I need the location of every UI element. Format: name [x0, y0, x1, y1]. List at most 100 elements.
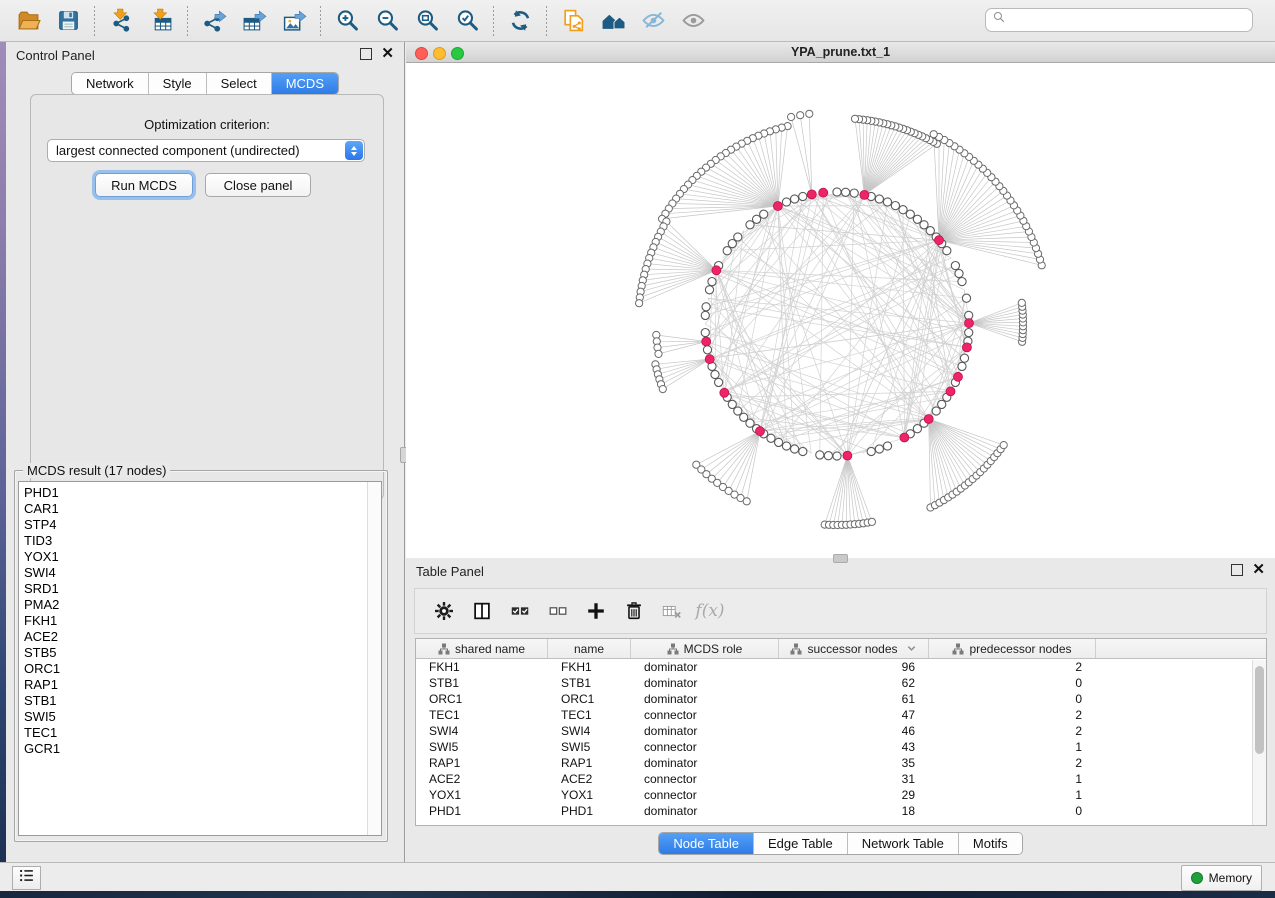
mcds-result-item[interactable]: TID3 [19, 533, 381, 549]
cell-predecessor-nodes[interactable]: 2 [929, 724, 1096, 738]
mcds-result-item[interactable]: ORC1 [19, 661, 381, 677]
cell-shared-name[interactable]: STB1 [416, 676, 548, 690]
cell-shared-name[interactable]: PHD1 [416, 804, 548, 818]
table-row[interactable]: ACE2ACE2connector311 [416, 771, 1266, 787]
cell-MCDS-role[interactable]: dominator [631, 692, 779, 706]
cell-MCDS-role[interactable]: connector [631, 772, 779, 786]
cell-successor-nodes[interactable]: 61 [779, 692, 929, 706]
columns-icon[interactable] [463, 596, 501, 626]
hide-selected-icon[interactable] [633, 5, 673, 37]
zoom-in-icon[interactable] [327, 5, 367, 37]
close-panel-button[interactable]: Close panel [205, 173, 311, 197]
mcds-result-item[interactable]: SWI4 [19, 565, 381, 581]
cell-MCDS-role[interactable]: connector [631, 708, 779, 722]
cell-successor-nodes[interactable]: 43 [779, 740, 929, 754]
mcds-result-item[interactable]: ACE2 [19, 629, 381, 645]
copy-style-icon[interactable] [553, 5, 593, 37]
cell-successor-nodes[interactable]: 46 [779, 724, 929, 738]
table-scrollbar-thumb[interactable] [1255, 666, 1264, 754]
network-window-titlebar[interactable]: YPA_prune.txt_1 [406, 42, 1275, 63]
cell-predecessor-nodes[interactable]: 1 [929, 740, 1096, 754]
tab-node-table[interactable]: Node Table [659, 833, 754, 854]
export-image-icon[interactable] [274, 5, 314, 37]
float-table-panel-icon[interactable] [1231, 564, 1243, 576]
cell-successor-nodes[interactable]: 62 [779, 676, 929, 690]
cell-name[interactable]: ORC1 [548, 692, 631, 706]
tab-edge-table[interactable]: Edge Table [754, 833, 848, 854]
cell-MCDS-role[interactable]: dominator [631, 804, 779, 818]
mcds-result-list[interactable]: PHD1CAR1STP4TID3YOX1SWI4SRD1PMA2FKH1ACE2… [18, 481, 382, 836]
column-header-shared-name[interactable]: shared name [416, 639, 548, 658]
cell-name[interactable]: FKH1 [548, 660, 631, 674]
cell-name[interactable]: PHD1 [548, 804, 631, 818]
mcds-result-item[interactable]: TEC1 [19, 725, 381, 741]
column-header-predecessor-nodes[interactable]: predecessor nodes [929, 639, 1096, 658]
cell-successor-nodes[interactable]: 35 [779, 756, 929, 770]
tab-select[interactable]: Select [207, 73, 272, 94]
table-row[interactable]: SWI4SWI4dominator462 [416, 723, 1266, 739]
open-file-icon[interactable] [8, 5, 48, 37]
cell-name[interactable]: TEC1 [548, 708, 631, 722]
cell-predecessor-nodes[interactable]: 0 [929, 676, 1096, 690]
zoom-fit-icon[interactable] [407, 5, 447, 37]
cell-shared-name[interactable]: YOX1 [416, 788, 548, 802]
tab-mcds[interactable]: MCDS [272, 73, 338, 94]
mcds-result-item[interactable]: FKH1 [19, 613, 381, 629]
mcds-result-item[interactable]: STB1 [19, 693, 381, 709]
import-table-icon[interactable] [141, 5, 181, 37]
cell-shared-name[interactable]: SWI4 [416, 724, 548, 738]
cell-MCDS-role[interactable]: connector [631, 740, 779, 754]
delete-column-icon[interactable] [615, 596, 653, 626]
mcds-result-item[interactable]: RAP1 [19, 677, 381, 693]
tab-network[interactable]: Network [72, 73, 149, 94]
table-scrollbar[interactable] [1252, 660, 1266, 826]
table-row[interactable]: FKH1FKH1dominator962 [416, 659, 1266, 675]
cell-successor-nodes[interactable]: 29 [779, 788, 929, 802]
mcds-result-item[interactable]: SWI5 [19, 709, 381, 725]
table-row[interactable]: TEC1TEC1connector472 [416, 707, 1266, 723]
cell-name[interactable]: ACE2 [548, 772, 631, 786]
mcds-result-item[interactable]: STP4 [19, 517, 381, 533]
cell-successor-nodes[interactable]: 96 [779, 660, 929, 674]
mcds-result-item[interactable]: PHD1 [19, 485, 381, 501]
tab-network-table[interactable]: Network Table [848, 833, 959, 854]
mcds-result-item[interactable]: SRD1 [19, 581, 381, 597]
cell-predecessor-nodes[interactable]: 2 [929, 708, 1096, 722]
cell-name[interactable]: RAP1 [548, 756, 631, 770]
first-neighbors-icon[interactable] [593, 5, 633, 37]
mcds-result-item[interactable]: GCR1 [19, 741, 381, 757]
import-network-icon[interactable] [101, 5, 141, 37]
export-table-icon[interactable] [234, 5, 274, 37]
zoom-selected-icon[interactable] [447, 5, 487, 37]
mcds-result-item[interactable]: YOX1 [19, 549, 381, 565]
table-row[interactable]: STB1STB1dominator620 [416, 675, 1266, 691]
table-row[interactable]: RAP1RAP1dominator352 [416, 755, 1266, 771]
network-canvas[interactable] [406, 63, 1275, 558]
cell-MCDS-role[interactable]: dominator [631, 676, 779, 690]
cell-name[interactable]: SWI5 [548, 740, 631, 754]
cell-name[interactable]: SWI4 [548, 724, 631, 738]
cell-shared-name[interactable]: FKH1 [416, 660, 548, 674]
mcds-list-scrollbar[interactable] [367, 482, 381, 835]
memory-button[interactable]: Memory [1181, 865, 1262, 891]
cell-predecessor-nodes[interactable]: 2 [929, 756, 1096, 770]
settings-gear-icon[interactable] [425, 596, 463, 626]
export-network-icon[interactable] [194, 5, 234, 37]
cell-predecessor-nodes[interactable]: 2 [929, 660, 1096, 674]
cell-predecessor-nodes[interactable]: 0 [929, 692, 1096, 706]
cell-successor-nodes[interactable]: 31 [779, 772, 929, 786]
mcds-result-item[interactable]: PMA2 [19, 597, 381, 613]
cell-predecessor-nodes[interactable]: 0 [929, 804, 1096, 818]
cell-MCDS-role[interactable]: dominator [631, 660, 779, 674]
table-row[interactable]: SWI5SWI5connector431 [416, 739, 1266, 755]
column-header-name[interactable]: name [548, 639, 631, 658]
refresh-layout-icon[interactable] [500, 5, 540, 37]
cell-successor-nodes[interactable]: 47 [779, 708, 929, 722]
deselect-all-icon[interactable] [539, 596, 577, 626]
cell-MCDS-role[interactable]: dominator [631, 724, 779, 738]
table-row[interactable]: YOX1YOX1connector291 [416, 787, 1266, 803]
column-header-successor-nodes[interactable]: successor nodes [779, 639, 929, 658]
zoom-out-icon[interactable] [367, 5, 407, 37]
cell-MCDS-role[interactable]: connector [631, 788, 779, 802]
cell-MCDS-role[interactable]: dominator [631, 756, 779, 770]
